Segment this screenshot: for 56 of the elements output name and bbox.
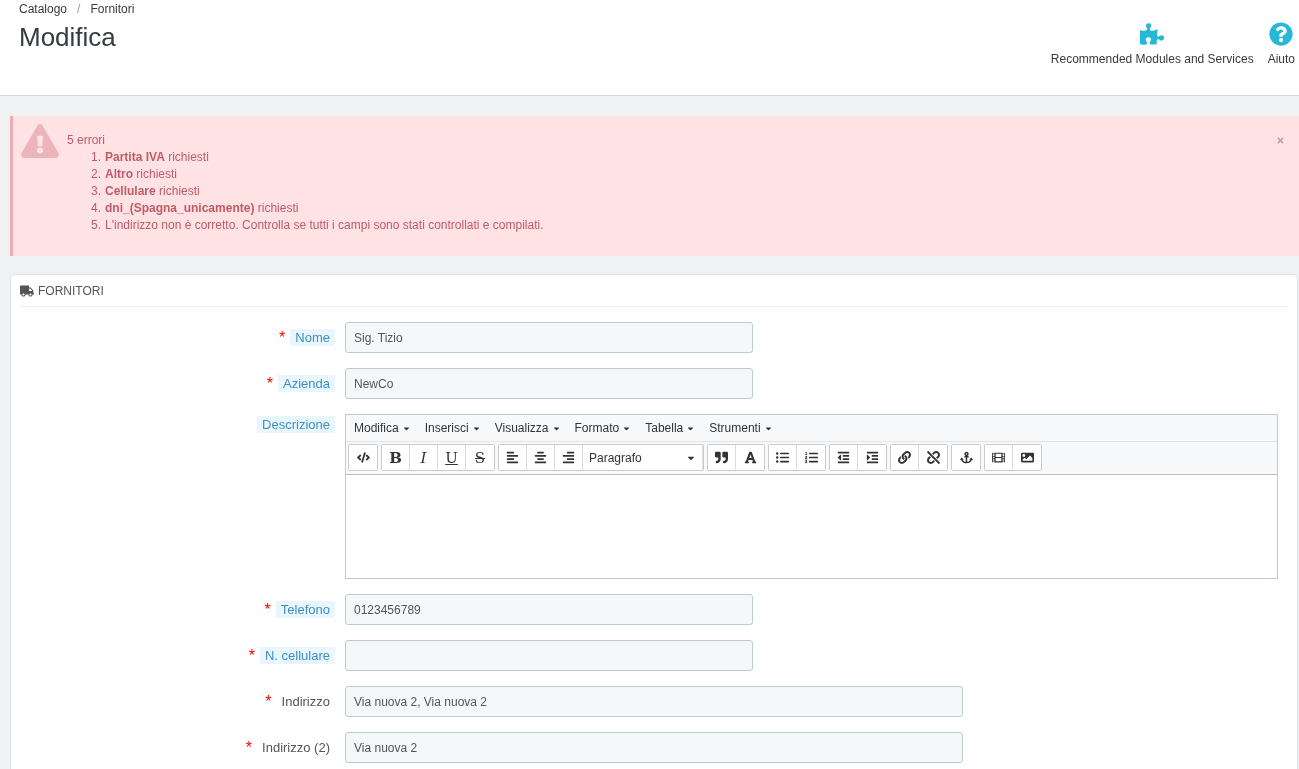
editor-menu[interactable]: Strumenti — [705, 419, 777, 437]
list-number: 1. — [91, 149, 101, 166]
list-number: 3. — [91, 183, 101, 200]
field-label: Indirizzo — [280, 693, 331, 710]
text-field[interactable]: Sig. Tizio — [345, 322, 753, 353]
required-mark: * — [264, 600, 271, 619]
bullet-list-icon[interactable] — [769, 445, 797, 470]
outdent-icon[interactable] — [830, 445, 858, 470]
editor-menu[interactable]: Modifica — [350, 419, 415, 437]
breadcrumb-separator: / — [77, 2, 81, 16]
page-title: Modifica — [19, 22, 117, 53]
list-number: 5. — [91, 217, 101, 234]
text-field[interactable]: Via nuova 2 — [345, 732, 963, 763]
editor-menu[interactable]: Tabella — [641, 419, 700, 437]
help-icon — [1269, 22, 1294, 46]
breadcrumb-link[interactable]: Fornitori — [90, 2, 135, 16]
editor-menu[interactable]: Visualizza — [490, 419, 565, 437]
error-message: dni_(Spagna_unicamente) richiesti — [105, 200, 299, 217]
breadcrumb-link[interactable]: Catalogo — [19, 2, 68, 16]
text-field[interactable]: Via nuova 2, Via nuova 2 — [345, 686, 963, 717]
align-left-icon[interactable] — [499, 445, 527, 470]
error-message: Altro richiesti — [105, 166, 178, 183]
anchor-icon[interactable] — [952, 445, 980, 470]
text-field[interactable]: NewCo — [345, 368, 753, 399]
help-button[interactable]: Aiuto — [1267, 22, 1295, 95]
bold-button[interactable]: B — [382, 445, 410, 470]
film-icon[interactable] — [985, 445, 1013, 470]
panel-title: FORNITORI — [38, 283, 104, 298]
required-mark: * — [248, 646, 255, 665]
field-label: Indirizzo (2) — [261, 739, 331, 756]
warning-icon — [21, 122, 59, 160]
link-icon[interactable] — [891, 445, 919, 470]
required-mark: * — [266, 374, 273, 393]
editor-menu[interactable]: Inserisci — [420, 419, 485, 437]
list-number: 2. — [91, 166, 101, 183]
required-mark: * — [265, 692, 272, 711]
text-field[interactable]: 0123456789 — [345, 594, 753, 625]
field-label: Telefono — [275, 601, 335, 618]
field-label: Descrizione — [257, 416, 335, 433]
modules-button[interactable]: Recommended Modules and Services — [1050, 22, 1254, 95]
truck-icon — [20, 283, 34, 298]
error-message: Partita IVA richiesti — [105, 149, 209, 166]
error-message: Cellulare richiesti — [105, 183, 200, 200]
quote-icon[interactable] — [708, 445, 736, 470]
field-label: Nome — [290, 329, 335, 346]
puzzle-icon — [1140, 22, 1165, 46]
code-icon[interactable] — [349, 445, 377, 470]
field-label: N. cellulare — [259, 647, 335, 664]
text-field[interactable] — [345, 640, 753, 671]
required-mark: * — [245, 738, 253, 757]
list-number: 4. — [91, 200, 101, 217]
field-label: Azienda — [278, 375, 335, 392]
error-message: L'indirizzo non è corretto. Controlla se tutti i campi sono stati controllati e compilati. — [105, 217, 544, 234]
alert-title: 5 errori — [67, 132, 106, 149]
required-mark: * — [279, 328, 286, 347]
editor-menu[interactable]: Formato — [570, 419, 636, 437]
